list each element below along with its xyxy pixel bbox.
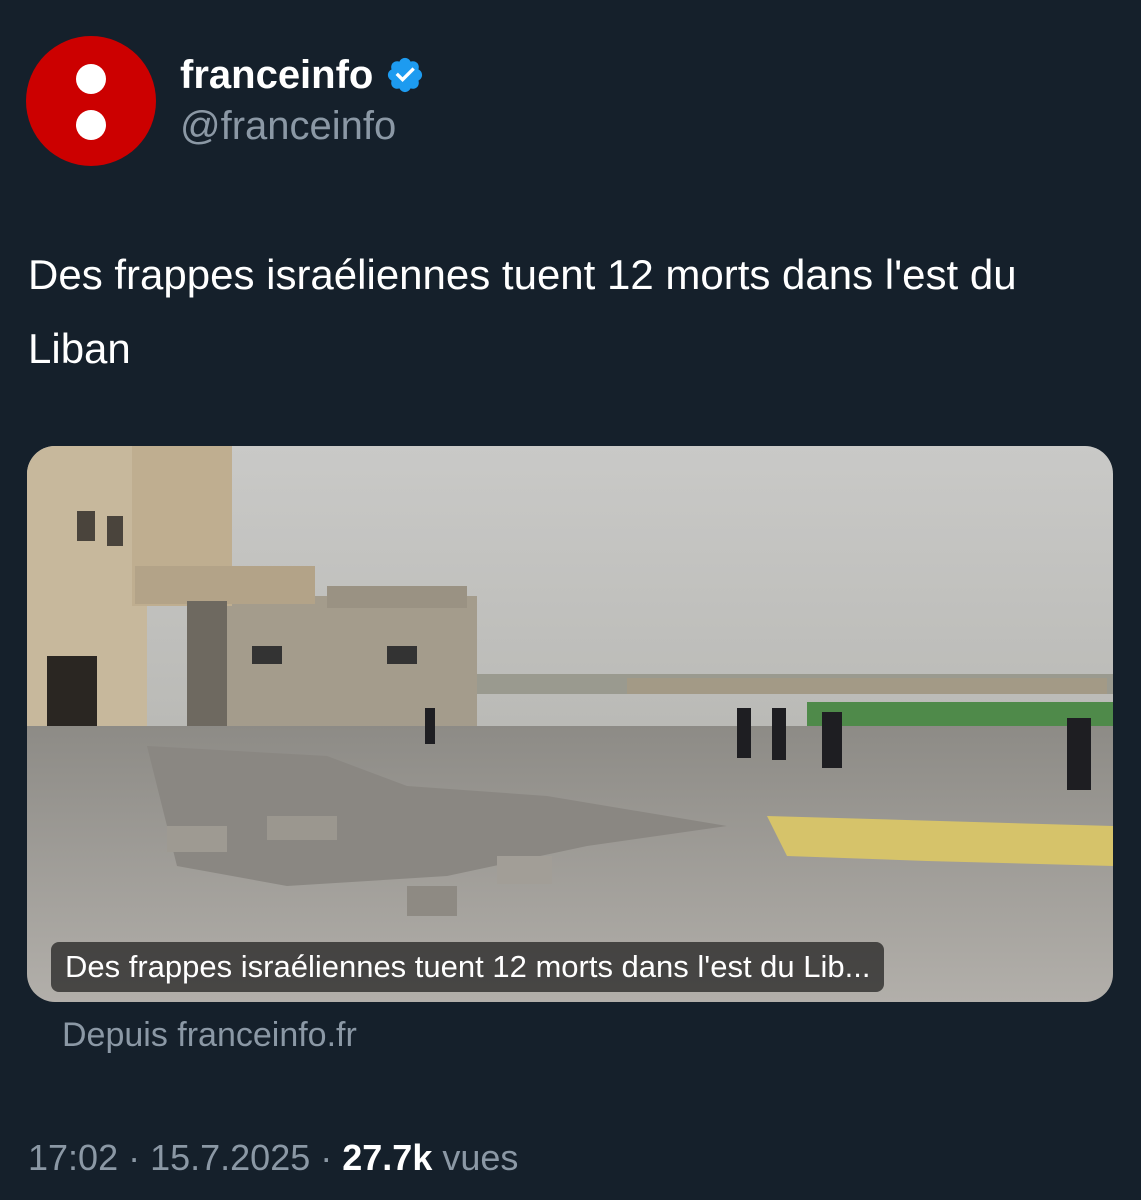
card-source-link[interactable]: Depuis franceinfo.fr [62, 1016, 357, 1055]
verified-badge-icon [388, 57, 423, 93]
link-card[interactable]: Des frappes israéliennes tuent 12 morts … [27, 446, 1113, 1002]
views-label: vues [432, 1137, 519, 1178]
views-count: 27.7k [342, 1137, 433, 1178]
tweet-time[interactable]: 17:02 [28, 1137, 118, 1179]
meta-separator: · [118, 1137, 151, 1178]
account-name-row: franceinfo [180, 50, 425, 100]
card-caption: Des frappes israéliennes tuent 12 morts … [51, 942, 885, 992]
card-image [27, 446, 1113, 1002]
tweet-date[interactable]: 15.7.2025 [150, 1137, 310, 1179]
tweet-meta: 17:02 · 15.7.2025 · 27.7k vues [28, 1134, 518, 1182]
franceinfo-logo-icon [76, 64, 106, 94]
account-handle[interactable]: @franceinfo [180, 104, 396, 149]
tweet-text: Des frappes israéliennes tuent 12 morts … [28, 251, 1017, 372]
display-name[interactable]: franceinfo [180, 53, 373, 98]
meta-separator: · [310, 1137, 343, 1178]
franceinfo-logo-dot-icon [76, 110, 106, 140]
avatar[interactable] [26, 36, 156, 166]
